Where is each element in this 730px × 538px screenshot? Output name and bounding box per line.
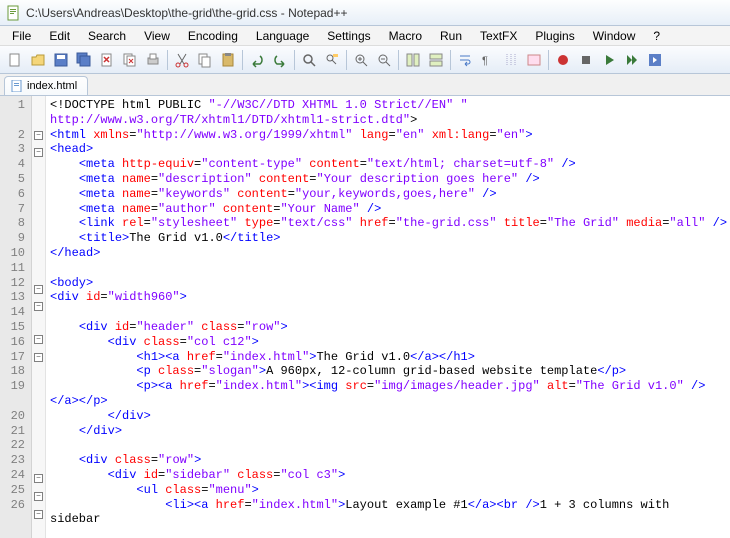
left-gutter: 1234567891011121314151617181920212223242… [0,96,32,538]
macro-rec-button[interactable] [552,49,574,71]
title-bar: C:\Users\Andreas\Desktop\the-grid\the-gr… [0,0,730,26]
redo-button[interactable] [269,49,291,71]
menu-search[interactable]: Search [80,27,134,45]
left-editor[interactable]: 1234567891011121314151617181920212223242… [0,96,730,538]
macro-multi-button[interactable] [621,49,643,71]
zoom-in-button[interactable] [350,49,372,71]
menu-view[interactable]: View [136,27,178,45]
cut-button[interactable] [171,49,193,71]
save-all-button[interactable] [73,49,95,71]
tab-index-html[interactable]: index.html [4,76,88,95]
menu-encoding[interactable]: Encoding [180,27,246,45]
app-icon [6,5,22,21]
save-button[interactable] [50,49,72,71]
left-fold-column[interactable]: −−−−−−−−− [32,96,46,538]
close-button[interactable] [96,49,118,71]
menu-textfx[interactable]: TextFX [472,27,525,45]
zoom-out-button[interactable] [373,49,395,71]
macro-stop-button[interactable] [575,49,597,71]
new-button[interactable] [4,49,26,71]
macro-play-button[interactable] [598,49,620,71]
show-chars-button[interactable]: ¶ [477,49,499,71]
html-file-icon [11,80,23,92]
menu-plugins[interactable]: Plugins [527,27,582,45]
paste-button[interactable] [217,49,239,71]
lang-button[interactable] [523,49,545,71]
menu-run[interactable]: Run [432,27,470,45]
menu-settings[interactable]: Settings [319,27,378,45]
copy-button[interactable] [194,49,216,71]
left-tabs: index.html [0,74,730,96]
wordwrap-button[interactable] [454,49,476,71]
replace-button[interactable] [321,49,343,71]
menu-macro[interactable]: Macro [381,27,430,45]
find-button[interactable] [298,49,320,71]
sync-v-button[interactable] [402,49,424,71]
menu-file[interactable]: File [4,27,39,45]
content-area: index.html 12345678910111213141516171819… [0,74,730,538]
macro-save-button[interactable] [644,49,666,71]
menu-edit[interactable]: Edit [41,27,78,45]
print-button[interactable] [142,49,164,71]
left-code[interactable]: <!DOCTYPE html PUBLIC "-//W3C//DTD XHTML… [46,96,730,538]
window-title: C:\Users\Andreas\Desktop\the-grid\the-gr… [26,6,347,20]
tab-label: index.html [27,80,77,92]
menu-language[interactable]: Language [248,27,317,45]
toolbar: ¶ [0,46,730,74]
left-pane: index.html 12345678910111213141516171819… [0,74,730,538]
indent-guide-button[interactable] [500,49,522,71]
undo-button[interactable] [246,49,268,71]
close-all-button[interactable] [119,49,141,71]
menu-bar: File Edit Search View Encoding Language … [0,26,730,46]
menu-window[interactable]: Window [585,27,644,45]
menu-help[interactable]: ? [645,27,668,45]
sync-h-button[interactable] [425,49,447,71]
svg-text:¶: ¶ [482,55,488,67]
open-button[interactable] [27,49,49,71]
